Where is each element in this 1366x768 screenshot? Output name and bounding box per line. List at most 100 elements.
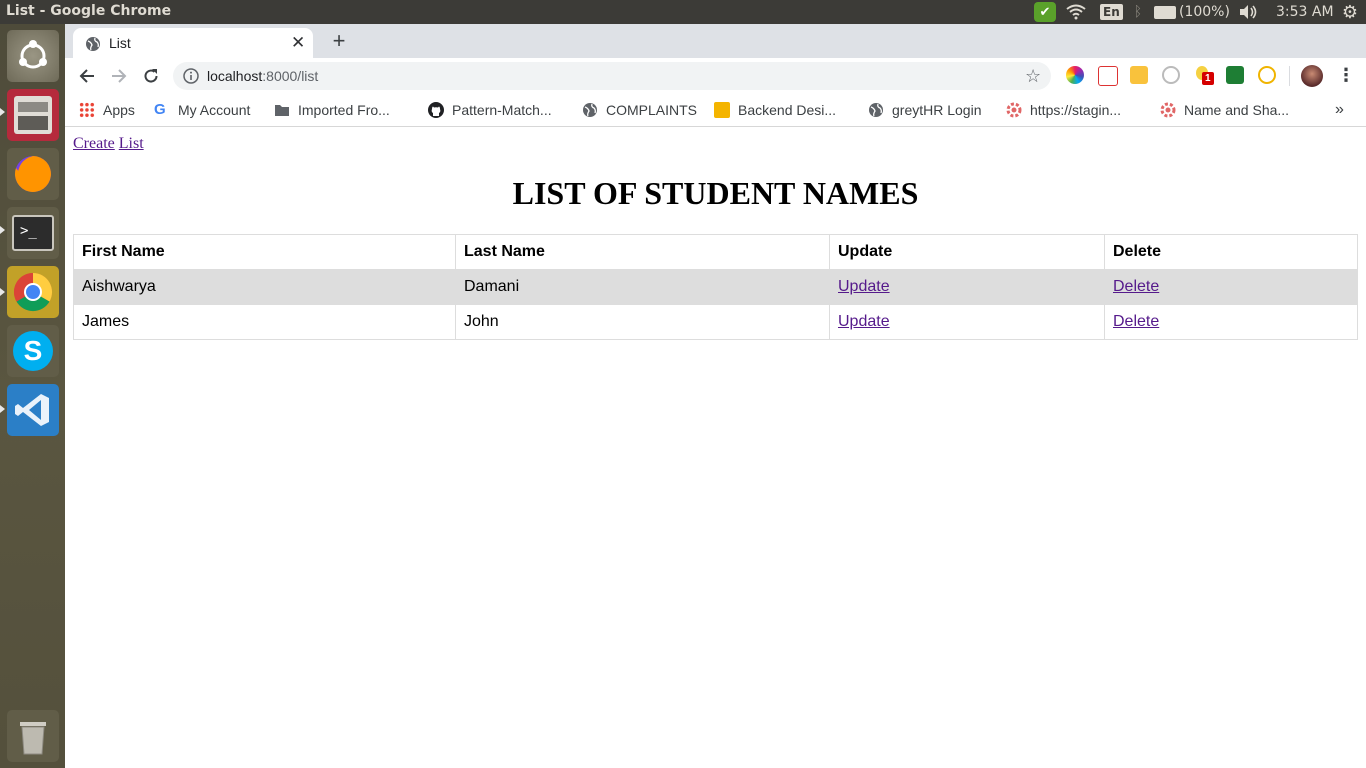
system-top-panel: List - Google Chrome ✔ En ᛒ (100%) 3:53 … [0,0,1366,24]
column-header-delete: Delete [1104,234,1358,270]
bookmark-label: https://stagin... [1030,102,1122,118]
url-path: :8000/list [262,68,319,84]
avatar[interactable] [1301,65,1323,87]
delete-link[interactable]: Delete [1113,313,1159,330]
bookmark-label: Backend Desi... [738,102,837,118]
table-row: Aishwarya Damani Update Delete [73,269,1358,305]
battery-percentage: (100%) [1179,4,1230,20]
running-indicator [0,405,5,413]
table-row: James John Update Delete [73,304,1358,340]
compass-extension-icon[interactable] [1258,66,1276,84]
first-name-cell: Aishwarya [73,269,456,305]
bookmark-greythr[interactable]: greytHR Login [868,101,982,119]
wifi-icon[interactable] [1066,2,1086,22]
table-header-row: First Name Last Name Update Delete [73,234,1358,270]
bookmark-name-and-share[interactable]: Name and Sha... [1160,101,1289,119]
trash-icon[interactable] [7,710,59,762]
new-tab-button[interactable]: + [325,28,353,56]
slides-icon [714,102,730,118]
calendar-extension-icon[interactable] [1098,66,1118,86]
battery-icon[interactable] [1154,5,1176,19]
url-host: localhost [207,68,263,84]
bookmark-label: Name and Sha... [1184,102,1290,118]
info-icon[interactable] [183,68,199,89]
bookmark-label: Apps [103,102,135,118]
browser-toolbar: localhost:8000/list ☆ 1 ⋮ [65,58,1366,94]
column-header-first-name: First Name [73,234,456,270]
update-link[interactable]: Update [838,278,890,295]
chart-extension-icon[interactable] [1226,66,1244,84]
back-button[interactable] [75,64,99,88]
volume-icon[interactable] [1238,2,1258,22]
tab-list[interactable]: List ✕ [73,28,313,58]
bookmark-imported[interactable]: Imported Fro... [274,101,390,119]
keyboard-layout-indicator[interactable]: En [1100,4,1123,20]
github-icon [428,102,444,118]
globe-icon [85,36,101,57]
create-link[interactable]: Create [73,135,115,152]
update-cell: Update [829,269,1105,305]
student-table: First Name Last Name Update Delete Aishw… [73,234,1358,340]
column-header-last-name: Last Name [455,234,830,270]
google-icon: G [154,101,166,118]
page-title: LIST OF STUDENT NAMES [512,175,919,211]
bookmark-staging[interactable]: https://stagin... [1006,101,1121,119]
color-picker-extension-icon[interactable] [1066,66,1084,84]
bookmark-star-icon[interactable]: ☆ [1025,66,1041,87]
page-content: Create List LIST OF STUDENT NAMES First … [65,127,1366,768]
running-indicator [0,108,5,116]
vscode-icon[interactable] [7,384,59,436]
ubuntu-launcher: >_ S [0,24,66,768]
bookmark-label: greytHR Login [892,102,982,118]
bluetooth-icon[interactable]: ᛒ [1128,2,1148,22]
first-name-cell: James [73,304,456,340]
notes-extension-icon[interactable] [1130,66,1148,84]
tab-strip: List ✕ + [65,24,1366,58]
firefox-icon[interactable] [7,148,59,200]
bookmarks-bar: Apps G My Account Imported Fro... Patter… [65,94,1366,127]
page-nav: Create List [73,135,144,153]
forward-button[interactable] [107,64,131,88]
folder-icon [274,102,290,118]
files-icon[interactable] [7,89,59,141]
bookmark-backend-design[interactable]: Backend Desi... [714,101,836,119]
chrome-icon[interactable] [7,266,59,318]
globe-icon [582,102,598,118]
update-link[interactable]: Update [838,313,890,330]
ubuntu-dash-icon[interactable] [7,30,59,82]
bookmark-label: COMPLAINTS [606,102,698,118]
url-text: localhost:8000/list [207,68,318,84]
running-indicator [0,288,5,296]
skype-icon[interactable]: S [7,325,59,377]
menu-dots-icon[interactable]: ⋮ [1337,64,1355,86]
bookmarks-overflow-icon[interactable]: » [1335,101,1344,119]
reload-button[interactable] [139,64,163,88]
address-bar[interactable]: localhost:8000/list ☆ [173,62,1051,90]
tab-title: List [109,35,131,51]
last-name-cell: Damani [455,269,830,305]
gear-icon[interactable]: ⚙ [1340,2,1360,23]
terminal-icon[interactable]: >_ [7,207,59,259]
delete-link[interactable]: Delete [1113,278,1159,295]
update-check-icon[interactable]: ✔ [1034,2,1056,22]
delete-cell: Delete [1104,269,1358,305]
column-header-update: Update [829,234,1105,270]
bookmark-apps[interactable]: Apps [79,101,135,119]
running-indicator [0,226,5,234]
clock[interactable]: 3:53 AM [1276,4,1334,20]
lightbulb-extension-icon[interactable]: 1 [1194,66,1214,85]
bookmark-my-account[interactable]: G My Account [154,101,250,119]
window-title: List - Google Chrome [6,3,172,19]
list-link[interactable]: List [119,135,144,152]
bookmark-pattern-match[interactable]: Pattern-Match... [428,101,552,119]
timer-extension-icon[interactable] [1162,66,1180,84]
toolbar-divider [1289,66,1290,86]
apps-grid-icon [79,102,95,118]
bookmark-label: Pattern-Match... [452,102,552,118]
globe-icon [868,102,884,118]
close-icon[interactable]: ✕ [291,33,305,53]
extension-badge: 1 [1202,72,1214,85]
bookmark-complaints[interactable]: COMPLAINTS [582,101,697,119]
delete-cell: Delete [1104,304,1358,340]
bookmark-label: My Account [178,102,251,118]
